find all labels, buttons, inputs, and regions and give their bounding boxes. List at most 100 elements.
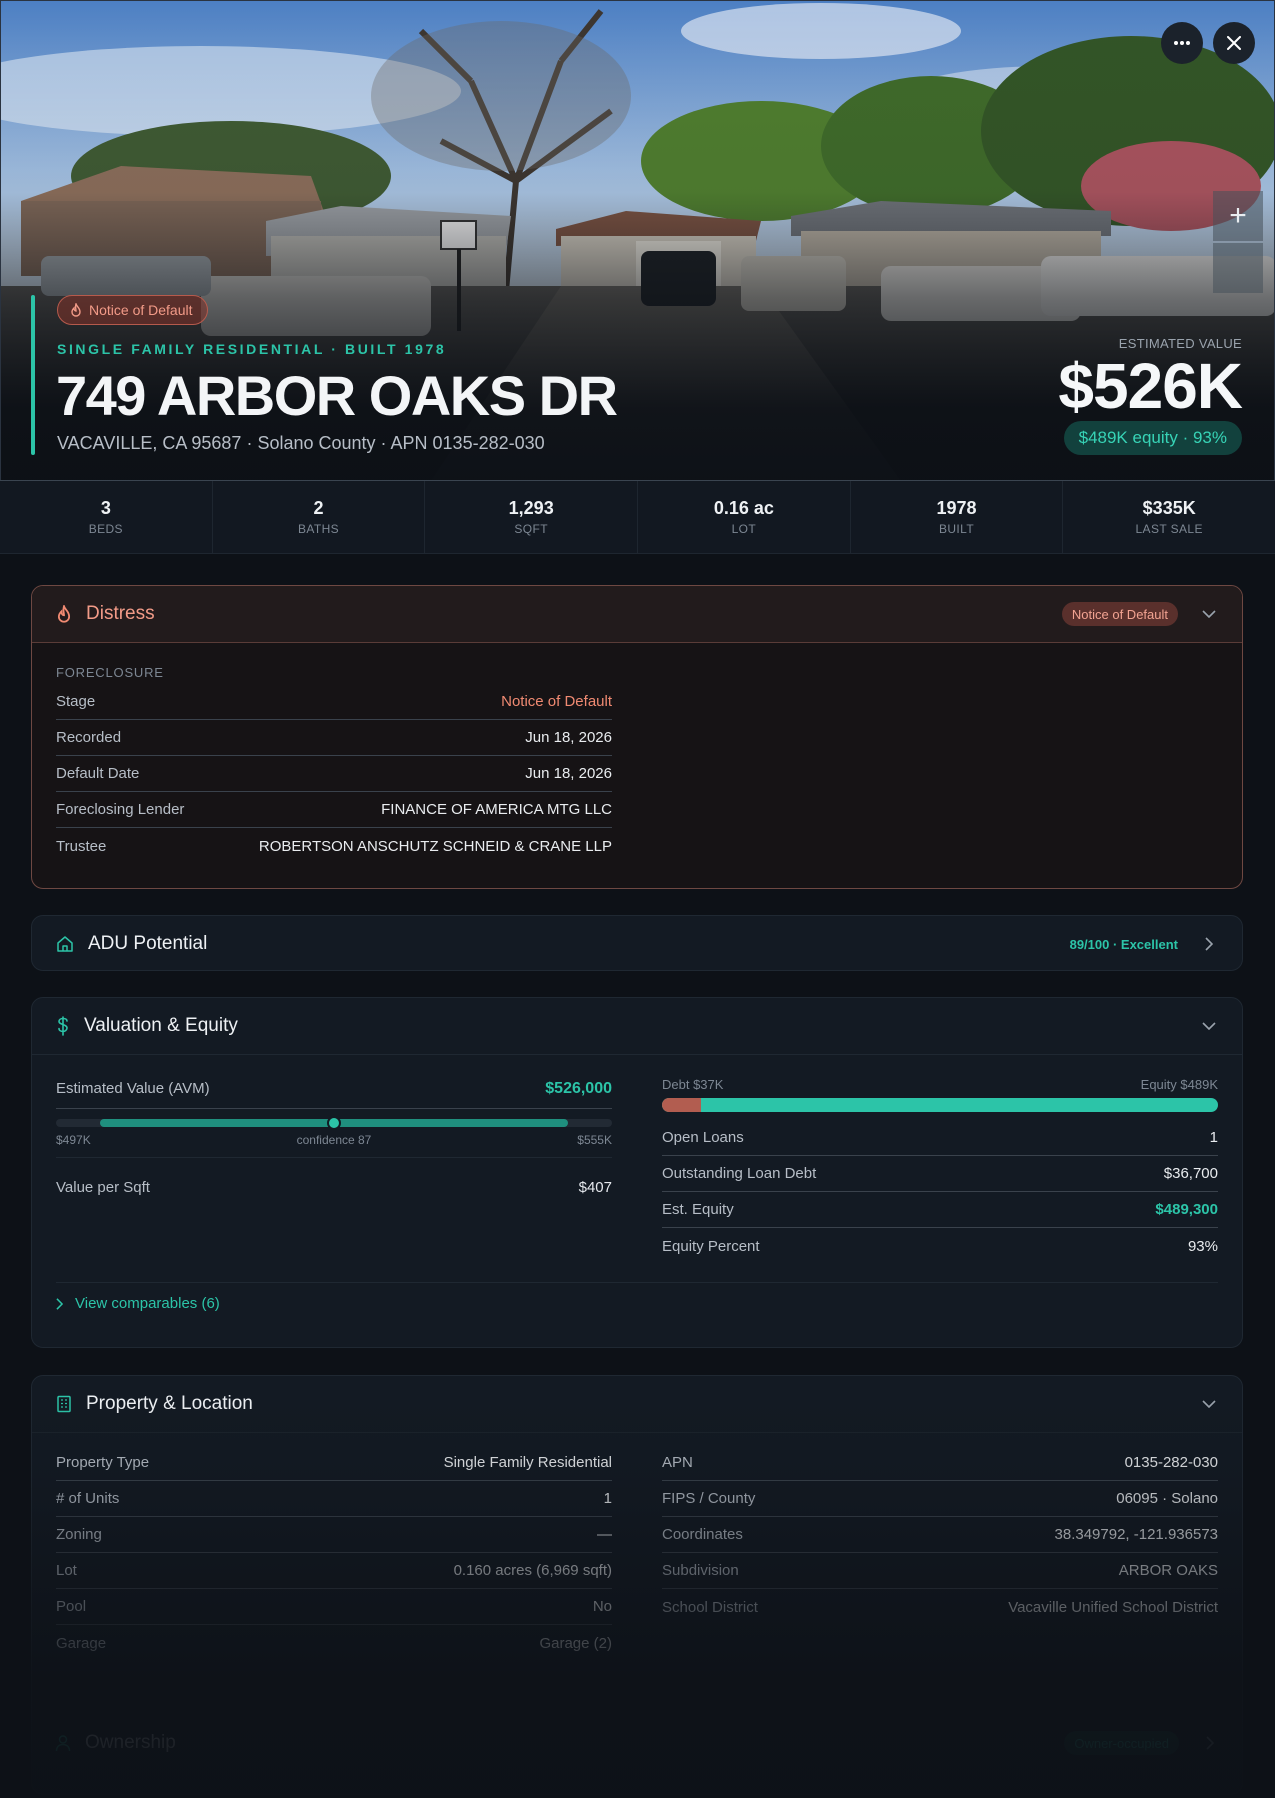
field-value: ROBERTSON ANSCHUTZ SCHNEID & CRANE LLP xyxy=(258,837,612,855)
field-value: ARBOR OAKS xyxy=(1118,1562,1218,1579)
property-card-header[interactable]: Property & Location xyxy=(32,1376,1242,1433)
field-value: $407 xyxy=(578,1178,612,1196)
field-value: 38.349792, -121.936573 xyxy=(1054,1526,1218,1543)
avm-point-marker xyxy=(327,1116,341,1130)
stat-label: LOT xyxy=(731,522,757,536)
field-value: Jun 18, 2026 xyxy=(525,765,612,782)
field-value: 0.160 acres (6,969 sqft) xyxy=(453,1562,612,1579)
range-high-label: $555K xyxy=(577,1133,612,1147)
field-label: Stage xyxy=(56,693,96,710)
stat-value: 1,293 xyxy=(508,498,554,518)
stat-value: 3 xyxy=(100,498,111,518)
field-value: Garage (2) xyxy=(539,1634,612,1652)
field-label: Zoning xyxy=(56,1526,102,1543)
home-icon xyxy=(57,936,73,952)
avm-label: Estimated Value (AVM) xyxy=(56,1080,210,1097)
field-label: Garage xyxy=(56,1634,107,1652)
distress-card-header[interactable]: Distress Notice of Default xyxy=(32,586,1242,643)
property-right-column: APN 0135-282-030 FIPS / County 06095 · Sol… xyxy=(662,1445,1218,1661)
chevron-right-icon[interactable] xyxy=(1200,935,1218,953)
foreclosure-details: Stage Notice of Default Recorded Jun 18,… xyxy=(56,684,612,864)
valuation-equity-card: Valuation & Equity Estimated Value (AVM)… xyxy=(31,997,1243,1348)
equity-label: Equity $489K xyxy=(1140,1077,1218,1092)
ownership-card-header[interactable]: Ownership Owner-occupied xyxy=(31,1715,1243,1771)
field-label: # of Units xyxy=(56,1490,120,1507)
property-row: # of Units 1 xyxy=(56,1481,612,1517)
adu-potential-card[interactable]: ADU Potential 89/100 · Excellent xyxy=(31,915,1243,971)
ellipsis-icon xyxy=(1174,41,1190,45)
valuation-card-header[interactable]: Valuation & Equity xyxy=(32,998,1242,1055)
property-row: Property Type Single Family Residential xyxy=(56,1445,612,1481)
chevron-right-icon[interactable] xyxy=(1201,1734,1219,1752)
equity-badge: $489K equity · 93% xyxy=(1063,421,1242,455)
property-location-line: VACAVILLE, CA 95687 · Solano County · AP… xyxy=(57,433,545,453)
loan-row: Est. Equity $489,300 xyxy=(662,1192,1218,1228)
field-label: Property Type xyxy=(56,1454,150,1471)
field-label: Est. Equity xyxy=(662,1201,734,1218)
flame-icon xyxy=(71,303,81,317)
stat-beds: 3 BEDS xyxy=(0,481,213,553)
hero-street-view: + Notice of Default SINGLE FAMILY RESIDE… xyxy=(0,0,1275,480)
debt-equity-labels: Debt $37K Equity $489K xyxy=(662,1077,1218,1092)
building-icon xyxy=(57,1395,71,1413)
field-value: FINANCE OF AMERICA MTG LLC xyxy=(381,801,612,818)
foreclosure-row: Foreclosing Lender FINANCE OF AMERICA MT… xyxy=(56,792,612,828)
map-zoom-controls: + xyxy=(1213,191,1263,293)
zoom-in-button[interactable]: + xyxy=(1213,191,1263,241)
chevron-right-icon xyxy=(56,1297,63,1310)
field-value: 06095 · Solano xyxy=(1116,1490,1218,1507)
field-label: Equity Percent xyxy=(662,1237,760,1255)
property-row: Lot 0.160 acres (6,969 sqft) xyxy=(56,1553,612,1589)
ownership-title: Ownership xyxy=(85,1732,176,1753)
more-options-button[interactable] xyxy=(1161,22,1203,64)
field-label: Default Date xyxy=(56,765,140,782)
confidence-label: confidence 87 xyxy=(296,1133,372,1147)
equity-column: Debt $37K Equity $489K Open Loans 1 Outs… xyxy=(662,1055,1218,1264)
avm-column: Estimated Value (AVM) $526,000 $497K con… xyxy=(56,1055,612,1264)
stat-label: BATHS xyxy=(297,522,340,536)
field-value: Single Family Residential xyxy=(443,1454,612,1471)
debt-equity-bar xyxy=(662,1098,1218,1112)
property-title: Property & Location xyxy=(86,1393,253,1414)
field-label: Foreclosing Lender xyxy=(56,801,185,818)
property-address: 749 ARBOR OAKS DR xyxy=(56,364,618,427)
stat-label: LAST SALE xyxy=(1135,522,1203,536)
view-comparables-link[interactable]: View comparables (6) xyxy=(56,1282,1218,1312)
stat-baths: 2 BATHS xyxy=(213,481,426,553)
property-row: Coordinates 38.349792, -121.936573 xyxy=(662,1517,1218,1553)
foreclosure-row: Stage Notice of Default xyxy=(56,684,612,720)
field-value: No xyxy=(592,1598,612,1615)
stat-sqft: 1,293 SQFT xyxy=(425,481,639,553)
avm-value: $526,000 xyxy=(545,1079,612,1097)
zoom-out-button[interactable] xyxy=(1213,243,1263,293)
debt-label: Debt $37K xyxy=(662,1077,724,1092)
field-label: APN xyxy=(662,1454,693,1471)
field-label: Lot xyxy=(56,1562,77,1579)
loan-row: Equity Percent 93% xyxy=(662,1228,1218,1264)
stat-value: 1978 xyxy=(936,498,977,518)
stat-built: 1978 BUILT xyxy=(851,481,1064,553)
foreclosure-row: Trustee ROBERTSON ANSCHUTZ SCHNEID & CRA… xyxy=(56,828,612,864)
chevron-down-icon[interactable] xyxy=(1200,1395,1218,1413)
avm-row: Estimated Value (AVM) $526,000 xyxy=(56,1069,612,1109)
close-icon xyxy=(1227,36,1241,50)
chevron-down-icon[interactable] xyxy=(1200,1017,1218,1035)
stat-lot: 0.16 ac LOT xyxy=(638,481,851,553)
stat-label: SQFT xyxy=(514,522,548,536)
stat-value: 2 xyxy=(313,498,324,518)
chevron-down-icon[interactable] xyxy=(1200,605,1218,623)
property-row: Garage Garage (2) xyxy=(56,1625,612,1661)
field-label: Subdivision xyxy=(662,1562,739,1579)
property-row: Pool No xyxy=(56,1589,612,1625)
field-label: Coordinates xyxy=(662,1526,743,1543)
foreclosure-section-label: FORECLOSURE xyxy=(56,665,164,680)
foreclosure-row: Default Date Jun 18, 2026 xyxy=(56,756,612,792)
owner-occupied-tag: Owner-occupied xyxy=(1064,1731,1179,1755)
adu-card-header[interactable]: ADU Potential 89/100 · Excellent xyxy=(32,916,1242,970)
close-button[interactable] xyxy=(1213,22,1255,64)
property-row: Zoning — xyxy=(56,1517,612,1553)
range-low-label: $497K xyxy=(56,1133,91,1147)
distress-card: Distress Notice of Default FORECLOSURE S… xyxy=(31,585,1243,889)
field-value: Jun 18, 2026 xyxy=(525,729,612,746)
field-value: 0135-282-030 xyxy=(1124,1454,1218,1471)
